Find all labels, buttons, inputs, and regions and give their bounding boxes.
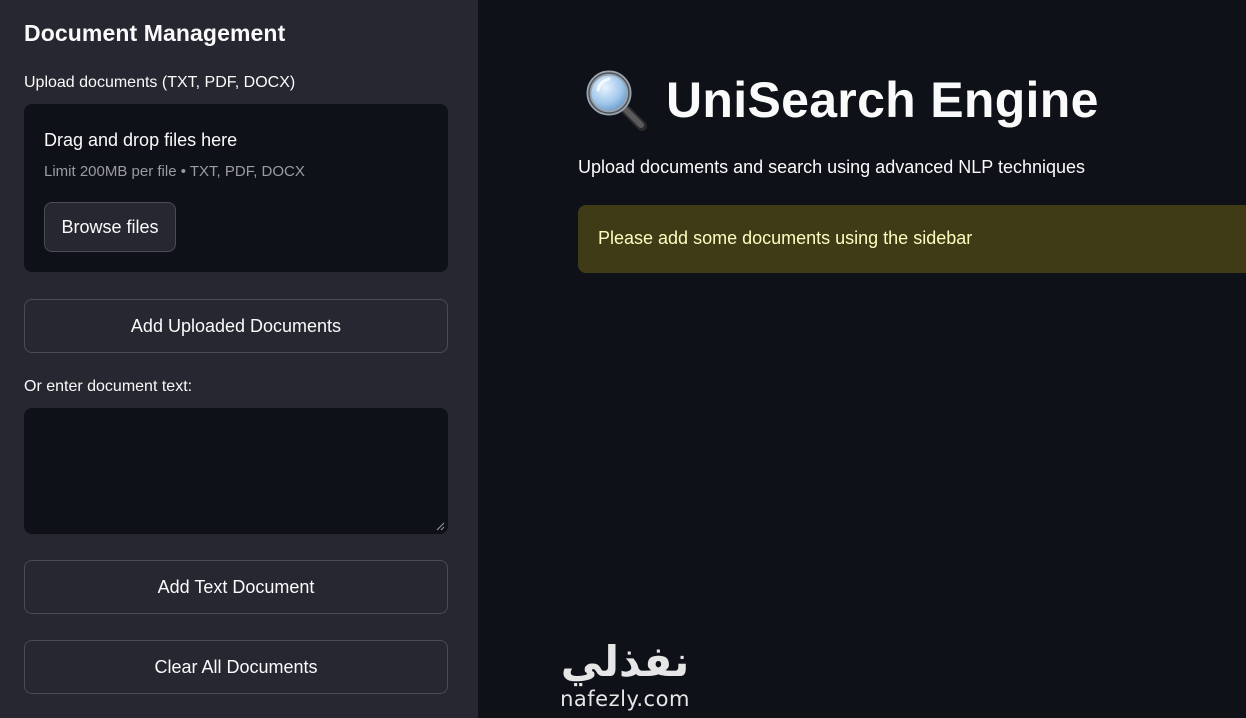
- page-title: UniSearch Engine: [666, 72, 1099, 128]
- magnifying-glass-icon: [586, 70, 647, 131]
- resize-handle-icon[interactable]: [436, 522, 445, 531]
- document-text-input[interactable]: [24, 408, 448, 534]
- sidebar-title: Document Management: [24, 20, 286, 46]
- app-window: Document Management Upload documents (TX…: [0, 0, 1246, 718]
- watermark-logo: نفذلي nafezly.com: [545, 636, 705, 718]
- clear-all-documents-button[interactable]: Clear All Documents: [24, 640, 448, 694]
- warning-message: Please add some documents using the side…: [598, 228, 973, 248]
- add-text-document-button[interactable]: Add Text Document: [24, 560, 448, 614]
- upload-label: Upload documents (TXT, PDF, DOCX): [24, 74, 296, 91]
- warning-alert: Please add some documents using the side…: [578, 205, 1246, 273]
- page-subtitle: Upload documents and search using advanc…: [578, 157, 1086, 177]
- watermark-arabic-text: نفذلي: [560, 637, 690, 686]
- file-dropzone[interactable]: Drag and drop files here Limit 200MB per…: [24, 104, 448, 272]
- dropzone-title: Drag and drop files here: [44, 130, 238, 150]
- page-header: UniSearch Engine: [584, 68, 1099, 132]
- add-uploaded-documents-button[interactable]: Add Uploaded Documents: [24, 299, 448, 353]
- dropzone-limit: Limit 200MB per file • TXT, PDF, DOCX: [44, 163, 305, 180]
- document-text-label: Or enter document text:: [24, 378, 193, 395]
- main-content: UniSearch Engine Upload documents and se…: [478, 0, 1246, 718]
- sidebar: Document Management Upload documents (TX…: [0, 0, 478, 718]
- watermark-url-text: nafezly.com: [560, 687, 690, 711]
- browse-files-button[interactable]: Browse files: [44, 202, 176, 252]
